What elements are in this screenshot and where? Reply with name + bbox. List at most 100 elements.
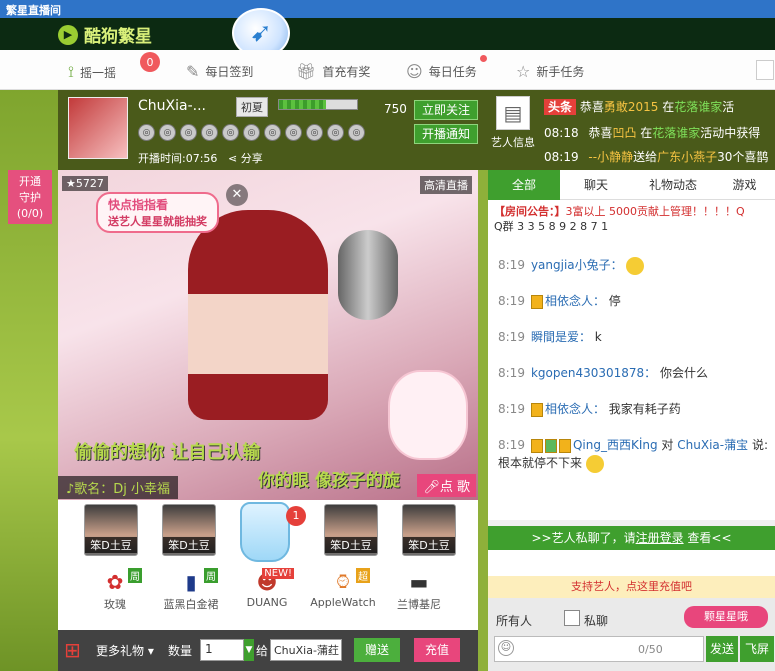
quantity-input[interactable]: 1 [200, 639, 244, 661]
message-user[interactable]: 相依念人： [545, 294, 605, 308]
pm-tail: 查看<< [687, 531, 732, 545]
ticker-text: 恭喜 [588, 126, 613, 140]
message-user[interactable]: yangjia小兔子： [531, 258, 623, 272]
anchor-header: ChuXia-... 初夏 ◎ ◎ ◎ ◎ ◎ ◎ ◎ ◎ ◎ ◎ ◎ 开播时间… [58, 90, 488, 170]
live-video[interactable]: ★5727 高清直播 快点指指看 送艺人星星就能抽奖 ✕ 偷偷的想你 让自己认输… [58, 170, 478, 500]
ticker-user: 凹凸 [612, 126, 637, 140]
emoji-picker-icon[interactable]: ☺ [498, 640, 514, 656]
medal-icon[interactable]: ◎ [306, 124, 323, 141]
fan-name: 笨D土豆 [85, 537, 137, 553]
ticker-row[interactable]: 08:19 --小静静送给广东小燕子30个喜鹊 [544, 148, 768, 165]
id-card-icon: ▤ [496, 96, 530, 130]
mic-icon: 🎤︎ [423, 480, 440, 495]
artist-info-button[interactable]: ▤ 艺人信息 [488, 90, 538, 170]
open-guard-button[interactable]: 开通 守护 (0/0) [8, 170, 52, 224]
send-gift-button[interactable]: 赠送 [354, 638, 400, 662]
request-song-button[interactable]: 🎤︎点 歌 [417, 474, 476, 497]
medal-icon[interactable]: ◎ [222, 124, 239, 141]
send-stars-button[interactable]: 颗星星哦 [684, 606, 768, 628]
tab-shake[interactable]: ⟟ 摇一摇 [68, 62, 116, 82]
tab-daily-task[interactable]: ☺ 每日任务 [406, 62, 477, 81]
follow-button[interactable]: 立即关注 [414, 100, 478, 120]
private-label: 私聊 [584, 614, 609, 628]
top-fan[interactable]: 笨D土豆 [324, 504, 378, 556]
live-notify-button[interactable]: 开播通知 [414, 124, 478, 144]
top-fan[interactable]: 笨D土豆 [162, 504, 216, 556]
notice-title: 【房间公告：】 [494, 205, 566, 218]
lucky-jar-icon[interactable] [240, 502, 290, 562]
lottery-banner-text: 送艺人星星就能抽奖 [108, 215, 207, 228]
message-user[interactable]: 相依念人： [545, 402, 605, 416]
message-user[interactable]: Qing_西西Kİng [573, 438, 658, 452]
recipient-selector[interactable]: 所有人 [496, 612, 532, 629]
quantity-dropdown-icon[interactable]: ▼ [244, 639, 254, 661]
gift-target-input[interactable]: ChuXia-蒲荭 [270, 639, 342, 661]
message-user[interactable]: kgopen430301878： [531, 366, 656, 380]
star-icon: ☆ [516, 62, 531, 81]
message-text: k [594, 330, 602, 344]
gift-dress[interactable]: ▮ 周 蓝黑白金裙 [154, 568, 228, 612]
lottery-banner[interactable]: 快点指指看 送艺人星星就能抽奖 [96, 192, 219, 233]
anchor-level: 初夏 [236, 97, 268, 117]
top-tabbar [0, 50, 775, 90]
chat-message: 8:19 瞬間是爱： k [498, 328, 768, 346]
medal-icon[interactable]: ◎ [243, 124, 260, 141]
close-banner-icon[interactable]: ✕ [226, 184, 248, 206]
more-gifts-button[interactable]: 更多礼物 ▾ [96, 642, 154, 659]
gift-lamborghini[interactable]: ▬ 兰博基尼 [382, 568, 456, 612]
char-count: 0/50 [638, 643, 663, 656]
more-menu-button[interactable] [756, 60, 774, 80]
chat-tab-all[interactable]: 全部 [488, 170, 560, 200]
support-recharge-link[interactable]: 支持艺人，点这里充值吧 [488, 576, 775, 598]
tab-first-recharge[interactable]: 🎁︎ 首充有奖 [296, 62, 370, 81]
anchor-name[interactable]: ChuXia-... [138, 98, 206, 114]
fan-avatar: 笨D土豆 [324, 504, 378, 556]
register-login-link[interactable]: 注册登录 [636, 531, 684, 545]
medal-icon[interactable]: ◎ [264, 124, 281, 141]
anchor-avatar[interactable] [68, 97, 128, 159]
share-label: 分享 [240, 152, 263, 165]
gift-applewatch[interactable]: ⌚︎ 超 AppleWatch [306, 568, 380, 609]
medal-icon[interactable]: ◎ [201, 124, 218, 141]
private-checkbox[interactable] [564, 610, 580, 626]
lottery-banner-title: 快点指指看 [108, 198, 169, 212]
viewer-count: ★5727 [62, 176, 108, 191]
ticker-time: 08:18 [544, 126, 579, 140]
gift-rose[interactable]: ✿ 周 玫瑰 [78, 568, 152, 612]
ticker-text: 30个喜鹊 [717, 150, 769, 164]
medal-icon[interactable]: ◎ [327, 124, 344, 141]
chat-tab-chat[interactable]: 聊天 [560, 170, 632, 200]
chat-tab-gifts[interactable]: 礼物动态 [632, 170, 714, 200]
chat-input[interactable] [494, 636, 704, 662]
laugh-emoji-icon [585, 454, 604, 473]
message-time: 8:19 [498, 294, 525, 308]
chat-tab-games[interactable]: 游戏 [714, 170, 775, 200]
ticker-row[interactable]: 08:18 恭喜凹凸 在花落谁家活动中获得 [544, 124, 760, 141]
message-user[interactable]: 瞬間是爱： [531, 330, 591, 344]
brand-logo-icon: ▶ [58, 24, 78, 45]
user-badge-icon [530, 294, 543, 309]
recharge-button[interactable]: 充值 [414, 638, 460, 662]
sprout-icon: ⟟ [68, 62, 74, 81]
top-fan[interactable]: 笨D土豆 [402, 504, 456, 556]
medal-icon[interactable]: ◎ [180, 124, 197, 141]
more-gifts-label: 更多礼物 [96, 644, 145, 658]
private-chat-bar[interactable]: >>艺人私聊了，请注册登录 查看<< [488, 526, 775, 550]
top-fan[interactable]: 笨D土豆 [84, 504, 138, 556]
song-name: ♪歌名：Dj 小幸福 [58, 476, 179, 499]
medal-icon[interactable]: ◎ [285, 124, 302, 141]
tab-daily-signin[interactable]: ✎ 每日签到 [186, 62, 253, 81]
tab-newbie-task[interactable]: ☆ 新手任务 [516, 62, 584, 81]
share-button[interactable]: ⋖ 分享 [228, 150, 263, 166]
notice-body: 3富以上 5000贡献上管理！！！！Q [565, 205, 745, 218]
message-time: 8:19 [498, 258, 525, 272]
send-chat-button[interactable]: 发送 [706, 636, 738, 662]
medal-icon[interactable]: ◎ [159, 124, 176, 141]
medal-icon[interactable]: ◎ [348, 124, 365, 141]
ticker-row[interactable]: 头条 恭喜勇敢2015 在花落谁家活 [544, 98, 734, 115]
fly-screen-button[interactable]: 飞屏 [740, 636, 774, 662]
gift-duang[interactable]: ☻ NEW! DUANG [230, 568, 304, 609]
message-target-user[interactable]: ChuXia-蒲宝 [677, 438, 748, 452]
message-time: 8:19 [498, 366, 525, 380]
medal-icon[interactable]: ◎ [138, 124, 155, 141]
